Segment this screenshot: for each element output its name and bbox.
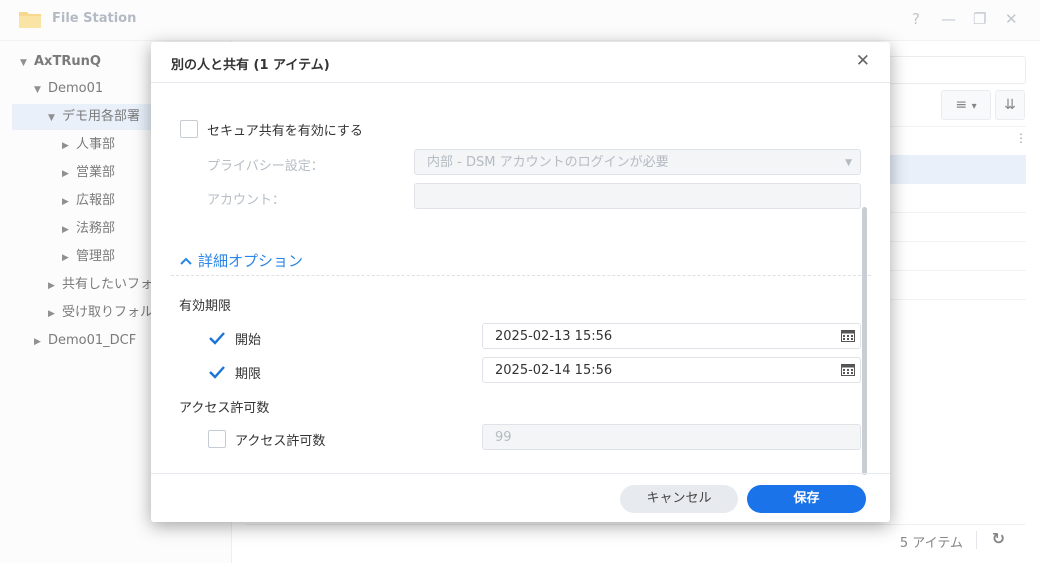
privacy-label: プライバシー設定： <box>207 159 324 174</box>
dialog-header: 別の人と共有 (1 アイテム) ✕ <box>151 42 890 83</box>
access-limit-heading: アクセス許可数 <box>179 401 270 416</box>
access-limit-field[interactable]: 99 <box>482 424 861 450</box>
account-label: アカウント： <box>207 193 286 208</box>
secure-share-label: セキュア共有を有効にする <box>207 124 363 139</box>
close-icon[interactable]: ✕ <box>856 51 870 71</box>
share-dialog: 別の人と共有 (1 アイテム) ✕ セキュア共有を有効にする プライバシー設定：… <box>151 42 890 522</box>
chevron-down-icon: ▼ <box>845 158 852 168</box>
advanced-options-label: 詳細オプション <box>198 252 304 270</box>
section-divider <box>171 275 871 276</box>
start-label: 開始 <box>235 333 262 348</box>
chevron-up-icon <box>180 257 192 265</box>
start-datetime-field[interactable]: 2025-02-13 15:56 <box>482 323 861 349</box>
calendar-icon[interactable] <box>841 330 855 342</box>
access-limit-label: アクセス許可数 <box>235 434 326 449</box>
privacy-select[interactable]: 内部 - DSM アカウントのログインが必要 ▼ <box>414 149 861 175</box>
dialog-footer: キャンセル 保存 <box>151 473 890 523</box>
account-field[interactable] <box>414 183 861 209</box>
end-datetime-field[interactable]: 2025-02-14 15:56 <box>482 357 861 383</box>
calendar-icon[interactable] <box>841 364 855 376</box>
secure-share-checkbox[interactable] <box>180 120 198 138</box>
access-limit-checkbox[interactable] <box>208 430 226 448</box>
save-button[interactable]: 保存 <box>747 485 866 513</box>
start-checkbox[interactable] <box>208 329 226 347</box>
checkmark-icon <box>209 332 225 345</box>
dialog-scrollbar[interactable] <box>862 207 867 475</box>
end-label: 期限 <box>235 367 262 382</box>
access-limit-value: 99 <box>495 430 512 445</box>
cancel-button[interactable]: キャンセル <box>620 485 738 513</box>
validity-heading: 有効期限 <box>179 299 232 314</box>
dialog-title: 別の人と共有 (1 アイテム) <box>171 58 330 73</box>
start-datetime-value: 2025-02-13 15:56 <box>495 329 613 344</box>
advanced-options-toggle[interactable]: 詳細オプション <box>180 250 303 271</box>
end-datetime-value: 2025-02-14 15:56 <box>495 363 613 378</box>
privacy-select-value: 内部 - DSM アカウントのログインが必要 <box>427 155 669 170</box>
checkmark-icon <box>209 366 225 379</box>
end-checkbox[interactable] <box>208 363 226 381</box>
